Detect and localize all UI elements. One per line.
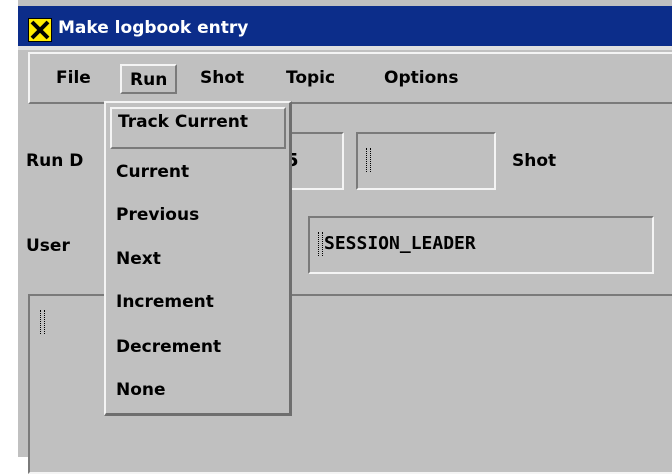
user-label: User [26, 236, 70, 256]
user-field-value: SESSION_LEADER [324, 233, 476, 254]
menu-shot[interactable]: Shot [192, 64, 252, 94]
run-menu-track-current-label: Track Current [118, 112, 248, 132]
title-bar[interactable]: Make logbook entry [18, 6, 672, 50]
menu-bar: File Run Shot Topic Options [28, 52, 672, 104]
user-field[interactable]: SESSION_LEADER [308, 216, 654, 274]
run-dropdown-menu: Track Current Current Previous Next Incr… [104, 101, 292, 416]
run-menu-decrement[interactable]: Decrement [116, 330, 221, 364]
shot-field[interactable] [356, 132, 496, 190]
x-app-icon[interactable] [28, 18, 52, 42]
text-caret-icon [366, 148, 371, 172]
run-menu-next[interactable]: Next [116, 242, 161, 276]
menu-file[interactable]: File [48, 64, 99, 94]
shot-label: Shot [512, 151, 557, 171]
text-caret-icon [40, 310, 45, 334]
text-caret-icon [318, 232, 323, 256]
window-title: Make logbook entry [58, 18, 249, 38]
run-menu-none[interactable]: None [116, 373, 166, 407]
run-menu-previous[interactable]: Previous [116, 198, 199, 232]
run-menu-current[interactable]: Current [116, 155, 189, 189]
menu-run[interactable]: Run [120, 64, 178, 94]
run-menu-increment[interactable]: Increment [116, 285, 214, 319]
menu-options[interactable]: Options [376, 64, 466, 94]
menu-topic[interactable]: Topic [278, 64, 343, 94]
run-label: Run D [26, 151, 84, 171]
run-menu-track-current[interactable]: Track Current [110, 107, 286, 149]
